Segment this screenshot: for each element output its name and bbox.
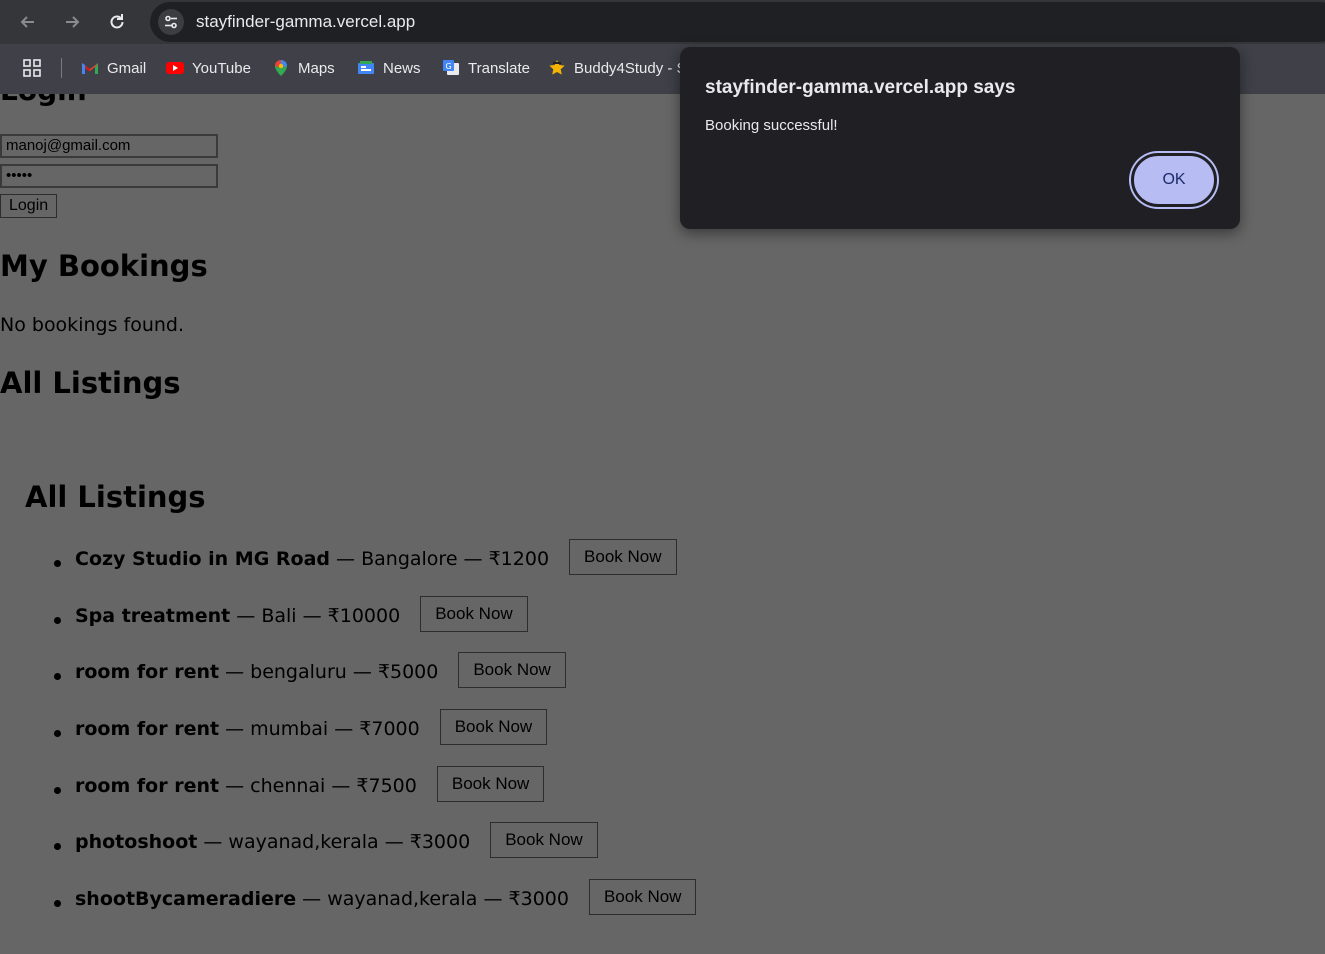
youtube-icon	[166, 62, 184, 74]
tune-icon	[165, 15, 177, 29]
alert-title: stayfinder-gamma.vercel.app says	[705, 77, 1016, 98]
list-item: room for rent — chennai — ₹7500 Book Now	[30, 765, 696, 823]
bookmark-label: Maps	[298, 59, 335, 77]
login-heading: Login	[0, 94, 87, 107]
listing-title: photoshoot	[75, 831, 198, 854]
ok-button[interactable]: OK	[1131, 153, 1217, 207]
listing-text: photoshoot — wayanad,kerala — ₹3000	[75, 822, 470, 853]
bookmark-label: Translate	[468, 59, 530, 77]
listing-text: Spa treatment — Bali — ₹10000	[75, 596, 400, 627]
back-button[interactable]	[15, 9, 41, 35]
listing-text: shootBycameradiere — wayanad,kerala — ₹3…	[75, 879, 569, 910]
listing-text: room for rent — mumbai — ₹7000	[75, 709, 420, 740]
password-field[interactable]: •••••	[0, 164, 218, 188]
reload-button[interactable]	[104, 9, 130, 35]
all-listings-heading: All Listings	[0, 366, 181, 400]
translate-icon: G	[443, 60, 459, 75]
bookmark-maps[interactable]: Maps	[272, 58, 335, 78]
gmail-icon	[82, 63, 98, 74]
apps-grid-icon	[23, 59, 41, 77]
bookmark-label: YouTube	[192, 59, 251, 77]
book-now-button[interactable]: Book Now	[436, 765, 545, 802]
listings-section-heading: All Listings	[25, 480, 206, 514]
book-now-button[interactable]: Book Now	[490, 822, 598, 859]
my-bookings-heading: My Bookings	[0, 249, 208, 283]
listings-list: Cozy Studio in MG Road — Bangalore — ₹12…	[30, 539, 697, 936]
bookmark-translate[interactable]: G Translate	[442, 58, 530, 78]
list-item: Cozy Studio in MG Road — Bangalore — ₹12…	[30, 539, 696, 596]
listing-title: shootBycameradiere	[75, 888, 297, 911]
reload-icon	[110, 14, 124, 29]
apps-button[interactable]	[22, 58, 42, 78]
listing-detail: — Bali — ₹10000	[230, 604, 401, 627]
bookmark-label: Gmail	[107, 59, 147, 77]
bookmark-label: Buddy4Study - S	[574, 59, 687, 77]
listing-detail: — wayanad,kerala — ₹3000	[296, 888, 569, 911]
listing-detail: — mumbai — ₹7000	[219, 718, 420, 741]
url-text: stayfinder-gamma.vercel.app	[196, 12, 416, 31]
site-info-button[interactable]	[158, 9, 184, 35]
listing-text: room for rent — chennai — ₹7500	[75, 766, 417, 797]
listing-detail: — bengaluru — ₹5000	[219, 661, 439, 684]
list-item: shootBycameradiere — wayanad,kerala — ₹3…	[30, 879, 697, 936]
book-now-button[interactable]: Book Now	[588, 879, 697, 916]
forward-button[interactable]	[59, 9, 85, 35]
bookmark-buddy4study[interactable]: Buddy4Study - S	[548, 58, 687, 78]
listing-title: room for rent	[75, 774, 220, 797]
bookmark-youtube[interactable]: YouTube	[166, 58, 251, 78]
login-button[interactable]: Login	[0, 194, 58, 218]
maps-icon	[275, 60, 287, 76]
email-field[interactable]: manoj@gmail.com	[0, 134, 218, 158]
browser-toolbar: stayfinder-gamma.vercel.app	[0, 0, 1325, 44]
no-bookings-text: No bookings found.	[0, 314, 185, 336]
alert-message: Booking successful!	[705, 117, 838, 134]
listing-detail: — Bangalore — ₹1200	[330, 548, 550, 570]
arrow-right-icon	[66, 16, 80, 28]
listing-title: Cozy Studio in MG Road	[75, 548, 331, 570]
bookmark-label: News	[383, 59, 421, 77]
listing-title: room for rent	[75, 661, 220, 684]
address-bar[interactable]: stayfinder-gamma.vercel.app	[150, 2, 1325, 42]
listing-title: Spa treatment	[75, 604, 231, 627]
svg-text:G: G	[446, 62, 452, 71]
arrow-left-icon	[20, 16, 34, 28]
buddy4study-icon	[549, 60, 565, 75]
listing-text: room for rent — bengaluru — ₹5000	[75, 652, 438, 683]
book-now-button[interactable]: Book Now	[458, 652, 566, 689]
book-now-button[interactable]: Book Now	[569, 539, 677, 575]
listing-detail: — wayanad,kerala — ₹3000	[197, 831, 471, 854]
book-now-button[interactable]: Book Now	[420, 595, 528, 632]
list-item: room for rent — mumbai — ₹7000 Book Now	[30, 709, 696, 766]
alert-dialog: stayfinder-gamma.vercel.app says Booking…	[680, 47, 1240, 229]
news-icon	[358, 61, 374, 74]
listing-text: Cozy Studio in MG Road — Bangalore — ₹12…	[75, 539, 549, 570]
listing-title: room for rent	[75, 718, 220, 741]
listing-detail: — chennai — ₹7500	[219, 774, 417, 797]
list-item: Spa treatment — Bali — ₹10000 Book Now	[30, 595, 696, 653]
list-item: room for rent — bengaluru — ₹5000 Book N…	[30, 652, 696, 709]
bookmarks-separator	[61, 58, 62, 78]
bookmark-news[interactable]: News	[357, 58, 421, 78]
list-item: photoshoot — wayanad,kerala — ₹3000 Book…	[30, 822, 696, 879]
bookmark-gmail[interactable]: Gmail	[81, 58, 146, 78]
book-now-button[interactable]: Book Now	[439, 709, 548, 746]
